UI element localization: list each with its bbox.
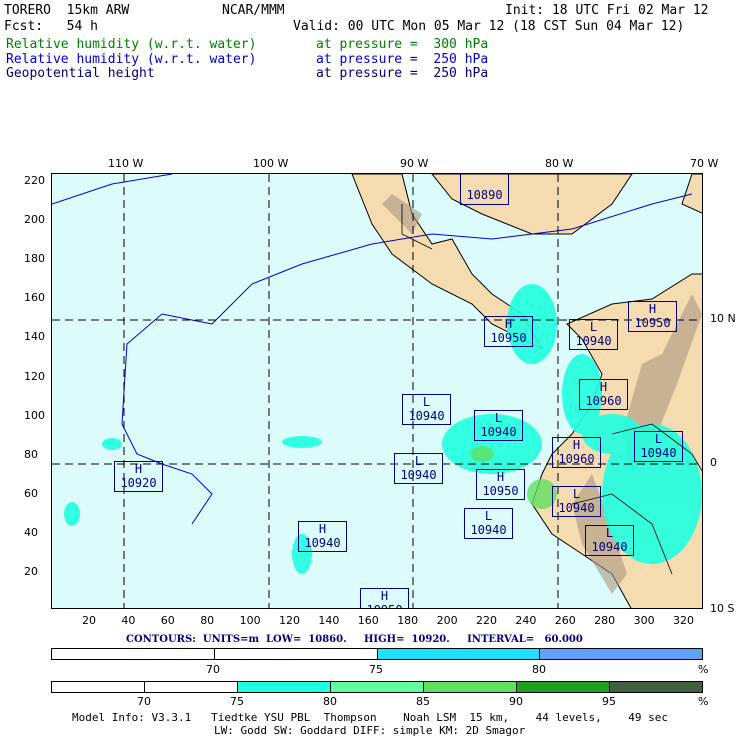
- valid-time: Valid: 00 UTC Mon 05 Mar 12 (18 CST Sun …: [293, 19, 685, 34]
- legend-label: 85: [416, 695, 430, 708]
- x-tick-label: 60: [160, 614, 175, 627]
- y-tick-label: 160: [24, 291, 45, 305]
- low-center: L 10940: [394, 453, 443, 484]
- y-tick-label: 60: [24, 486, 38, 500]
- field-3-level: at pressure = 250 hPa: [316, 66, 489, 81]
- y-tick-label: 100: [24, 408, 45, 422]
- legend-label: 70: [206, 663, 220, 676]
- x-tick-label: 40: [121, 614, 136, 627]
- field-2-level: at pressure = 250 hPa: [316, 52, 489, 67]
- lat-label: 10 S: [710, 602, 735, 615]
- lon-label: 90 W: [400, 157, 429, 170]
- x-tick-label: 140: [318, 614, 340, 627]
- model-info-line1: Model Info: V3.3.1 Tiedtke YSU PBL Thomp…: [72, 711, 669, 724]
- legend-swatch: [145, 682, 238, 692]
- legend-label: 90: [509, 695, 523, 708]
- x-tick-label: 160: [357, 614, 379, 627]
- high-center: H10950: [476, 469, 525, 500]
- x-tick-label: 200: [436, 614, 458, 627]
- legend-swatch: [377, 649, 541, 659]
- high-center: H 10940: [298, 521, 347, 552]
- legend-label: 95: [602, 695, 616, 708]
- legend-swatch: [52, 682, 145, 692]
- high-center: H10950: [628, 301, 677, 332]
- high-center: H 10960: [579, 379, 628, 410]
- low-center: L 10940: [634, 431, 683, 462]
- lat-label: 0: [710, 456, 717, 469]
- legend-label: %: [698, 663, 709, 676]
- y-tick-label: 120: [24, 369, 45, 383]
- organization: NCAR/MMM: [222, 3, 285, 18]
- lon-label: 80 W: [545, 157, 574, 170]
- y-tick-label: 40: [24, 525, 38, 539]
- legend-label: 80: [532, 663, 546, 676]
- low-center: L 10940: [552, 486, 601, 517]
- legend-swatch: [540, 649, 702, 659]
- y-tick-label: 180: [24, 252, 45, 266]
- low-center: L 10940: [464, 508, 513, 539]
- legend-swatch: [424, 682, 517, 692]
- contour-info: CONTOURS: UNITS=m LOW= 10860. HIGH= 1092…: [126, 634, 583, 645]
- init-time: Init: 18 UTC Fri 02 Mar 12: [505, 3, 709, 18]
- legend-label: 70: [137, 695, 151, 708]
- legend-bar-250hpa: [51, 648, 703, 660]
- x-tick-label: 260: [554, 614, 576, 627]
- y-tick-label: 20: [24, 565, 38, 578]
- legend-label: 80: [323, 695, 337, 708]
- legend-bar-300hpa: [51, 681, 703, 693]
- x-tick-label: 20: [82, 614, 96, 627]
- weather-map: 10890 H 10950 L 10940 H 10950 H 10960 L 10940…: [51, 173, 703, 609]
- x-tick-label: 300: [633, 614, 655, 627]
- x-tick-label: 240: [515, 614, 537, 627]
- field-1-level: at pressure = 300 hPa: [316, 37, 489, 52]
- x-tick-label: 320: [673, 614, 694, 627]
- y-tick-label: 80: [24, 447, 38, 461]
- low-center: L 10940: [474, 410, 523, 441]
- height-center: 10890: [460, 174, 509, 205]
- legend-swatch: [610, 682, 702, 692]
- y-tick-label: 220: [24, 174, 45, 187]
- model-info-line2: LW: Godd SW: Goddard DIFF: simple KM: 2D…: [214, 724, 526, 737]
- x-tick-label: 280: [594, 614, 616, 627]
- x-tick-label: 220: [476, 614, 497, 627]
- high-center: H 10920: [114, 461, 163, 492]
- low-center: L 10940: [585, 525, 634, 556]
- x-tick-label: 80: [200, 614, 215, 627]
- x-tick-label: 180: [397, 614, 419, 627]
- high-center: H 10960: [552, 437, 601, 468]
- legend-swatch: [52, 649, 215, 659]
- y-tick-label: 200: [24, 213, 45, 227]
- forecast-hour: Fcst: 54 h: [4, 19, 98, 34]
- legend-label: 75: [369, 663, 383, 676]
- lat-label: 10 N: [710, 312, 736, 325]
- lon-label: 110 W: [108, 157, 144, 170]
- field-2-name: Relative humidity (w.r.t. water): [6, 52, 257, 67]
- field-3-name: Geopotential height: [6, 66, 155, 81]
- legend-swatch: [517, 682, 610, 692]
- low-center: L 10940: [569, 319, 618, 350]
- x-tick-label: 120: [279, 614, 300, 627]
- model-title: TORERO 15km ARW: [4, 3, 130, 18]
- high-center: H10950: [484, 316, 533, 347]
- y-tick-label: 140: [24, 330, 45, 344]
- high-center: H10950: [360, 588, 409, 608]
- lon-label: 100 W: [253, 157, 289, 170]
- legend-label: 75: [230, 695, 244, 708]
- legend-swatch: [214, 649, 378, 659]
- legend-label: %: [698, 695, 709, 708]
- legend-swatch: [238, 682, 331, 692]
- low-center: L 10940: [402, 394, 451, 425]
- x-tick-label: 100: [239, 614, 261, 627]
- field-1-name: Relative humidity (w.r.t. water): [6, 37, 257, 52]
- legend-swatch: [331, 682, 424, 692]
- lon-label: 70 W: [690, 157, 719, 170]
